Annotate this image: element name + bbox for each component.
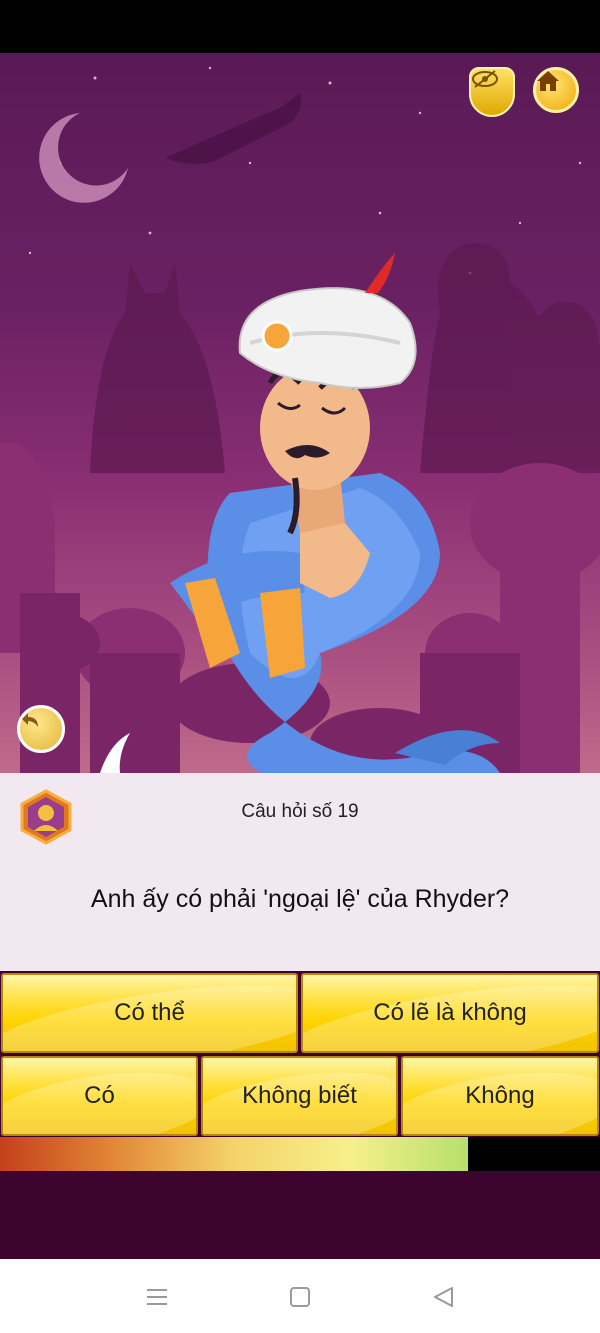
- moon-icon: [39, 113, 128, 203]
- eye-slash-icon: [472, 70, 498, 88]
- answer-label: Có lẽ là không: [373, 999, 527, 1026]
- answer-label: Có: [84, 1082, 115, 1109]
- answer-label: Có thể: [114, 999, 185, 1026]
- home-icon: [537, 71, 559, 91]
- home-nav-button[interactable]: [286, 1283, 314, 1311]
- answer-label: Không: [465, 1082, 535, 1109]
- status-bar: [0, 0, 600, 53]
- question-panel: Câu hỏi số 19 Anh ấy có phải 'ngoại lệ' …: [0, 773, 600, 971]
- undo-button[interactable]: [17, 705, 65, 753]
- answer-probably-not-button[interactable]: Có lẽ là không: [301, 973, 599, 1053]
- bottom-area: [0, 1171, 600, 1259]
- menu-icon: [147, 1289, 167, 1305]
- back-triangle-icon: [434, 1287, 453, 1307]
- answer-no-button[interactable]: Không: [401, 1056, 599, 1136]
- home-button[interactable]: [533, 67, 579, 113]
- answer-probably-button[interactable]: Có thể: [1, 973, 298, 1053]
- scene-illustration: [0, 66, 600, 773]
- answer-yes-button[interactable]: Có: [1, 1056, 198, 1136]
- answer-dont-know-button[interactable]: Không biết: [201, 1056, 398, 1136]
- menu-nav-button[interactable]: [143, 1283, 171, 1311]
- question-number: Câu hỏi số 19: [241, 801, 359, 822]
- answer-grid: Có thể Có lẽ là không Có Không biết Khôn…: [0, 971, 600, 1137]
- square-icon: [290, 1287, 310, 1307]
- progress-fill: [0, 1137, 468, 1171]
- progress-bar: [0, 1137, 600, 1171]
- answer-label: Không biết: [242, 1082, 357, 1109]
- genie-scene: [0, 53, 600, 773]
- undo-icon: [22, 713, 38, 727]
- back-nav-button[interactable]: [429, 1283, 457, 1311]
- system-nav-bar: [0, 1259, 600, 1333]
- question-text: Anh ấy có phải 'ngoại lệ' của Rhyder?: [90, 885, 510, 913]
- hide-toggle-button[interactable]: [469, 67, 515, 117]
